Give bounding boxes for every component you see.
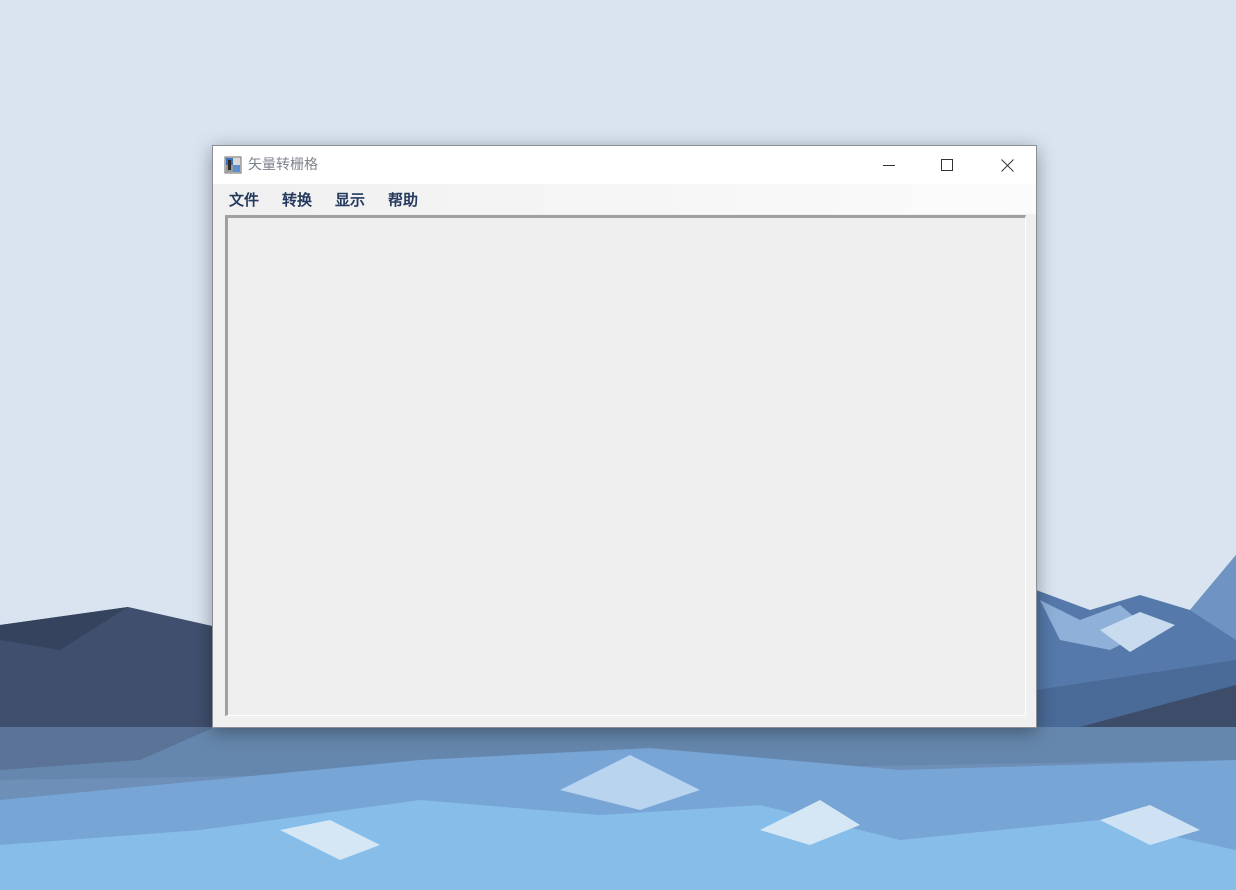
maximize-icon <box>941 159 953 171</box>
raster-app-icon <box>224 156 242 174</box>
close-button[interactable] <box>978 146 1036 184</box>
minimize-button[interactable] <box>860 146 918 184</box>
menu-bar: 文件 转换 显示 帮助 <box>213 184 1036 214</box>
menu-file[interactable]: 文件 <box>221 185 267 214</box>
drawing-canvas[interactable] <box>225 215 1026 716</box>
menu-display[interactable]: 显示 <box>327 185 373 214</box>
close-icon <box>1000 158 1014 172</box>
app-window: 矢量转栅格 文件 转换 显示 帮助 <box>212 145 1037 728</box>
minimize-icon <box>883 165 895 166</box>
menu-convert[interactable]: 转换 <box>274 185 320 214</box>
window-title: 矢量转栅格 <box>248 157 318 173</box>
title-bar[interactable]: 矢量转栅格 <box>213 146 1036 184</box>
menu-help[interactable]: 帮助 <box>380 185 426 214</box>
maximize-button[interactable] <box>918 146 976 184</box>
